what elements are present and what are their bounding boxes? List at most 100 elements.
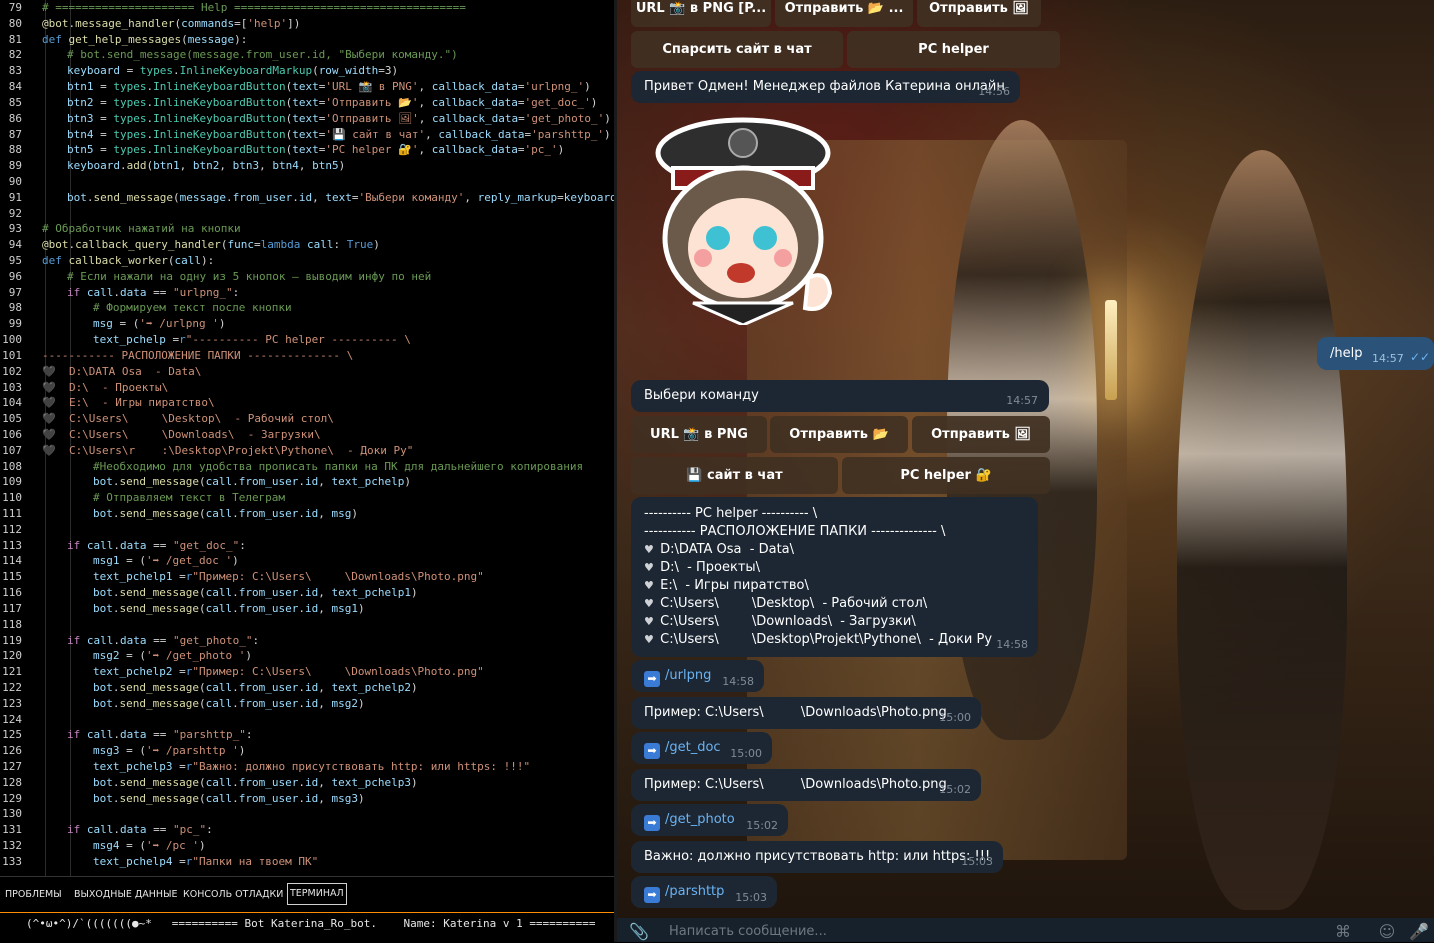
code-line[interactable]: 120 msg2 = ('➡ /get_photo ') [0, 648, 614, 664]
command-link[interactable]: /get_doc [665, 740, 721, 755]
code-line[interactable]: 108 #Необходимо для удобства прописать па… [0, 459, 614, 475]
message-bubble[interactable]: Важно: должно присутствовать http: или h… [631, 841, 1003, 873]
code-text: # Отправляем текст в Телеграм [93, 491, 286, 505]
code-line[interactable]: 102 🖤 D:\DATA Osa - Data\ [0, 364, 614, 380]
code-line[interactable]: 123 bot.send_message(call.from_user.id, m… [0, 696, 614, 712]
code-line[interactable]: 85 btn2 = types.InlineKeyboardButton(text… [0, 95, 614, 111]
code-text: bot.send_message(message.from_user.id, t… [67, 190, 614, 204]
code-line[interactable]: 79 # ===================== Help =========… [0, 0, 614, 16]
code-line[interactable]: 118 [0, 617, 614, 633]
inline-button-get-photo[interactable]: Отправить 🖼 [917, 0, 1041, 27]
bot-commands-icon[interactable]: ⌘ [1333, 922, 1353, 942]
code-line[interactable]: 103 🖤 D:\ - Проекты\ [0, 380, 614, 396]
inline-button-get-doc[interactable]: Отправить 📂 [770, 416, 908, 453]
code-line[interactable]: 111 bot.send_message(call.from_user.id, m… [0, 506, 614, 522]
code-line[interactable]: 96 # Если нажали на одну из 5 кнопок — вы… [0, 269, 614, 285]
code-line[interactable]: 89 keyboard.add(btn1, btn2, btn3, btn4, b… [0, 158, 614, 174]
code-line[interactable]: 90 [0, 174, 614, 190]
code-line[interactable]: 131 if call.data == "pc_": [0, 822, 614, 838]
code-line[interactable]: 86 btn3 = types.InlineKeyboardButton(text… [0, 111, 614, 127]
code-line[interactable]: 88 btn5 = types.InlineKeyboardButton(text… [0, 142, 614, 158]
message-input[interactable]: Написать сообщение... [669, 924, 827, 939]
inline-button-pc-helper[interactable]: PC helper [847, 31, 1060, 68]
inline-button-get-doc[interactable]: Отправить 📂 ... [775, 0, 913, 27]
command-link[interactable]: /get_photo [665, 812, 735, 827]
code-line[interactable]: 104 🖤 E:\ - Игры пиратство\ [0, 395, 614, 411]
code-line[interactable]: 99 msg = ('➡ /urlpng ') [0, 316, 614, 332]
code-line[interactable]: 132 msg4 = ('➡ /pc ') [0, 838, 614, 854]
anime-sticker[interactable] [633, 113, 851, 325]
code-line[interactable]: 91 bot.send_message(message.from_user.id,… [0, 190, 614, 206]
command-link[interactable]: /urlpng [665, 668, 711, 683]
code-line[interactable]: 81 def get_help_messages(message): [0, 32, 614, 48]
tab-output[interactable]: ВЫХОДНЫЕ ДАННЫЕ [72, 885, 179, 905]
inline-button-urlpng[interactable]: URL 📸 в PNG [P... [631, 0, 771, 27]
code-line[interactable]: 110 # Отправляем текст в Телеграм [0, 490, 614, 506]
code-line[interactable]: 98 # Формируем текст после кнопки [0, 300, 614, 316]
command-message[interactable]: ➡ /get_photo 15:02 [631, 804, 788, 836]
microphone-icon[interactable]: 🎤 [1409, 922, 1429, 942]
code-line[interactable]: 113 if call.data == "get_doc_": [0, 538, 614, 554]
tab-terminal[interactable]: ТЕРМИНАЛ [287, 883, 347, 905]
code-line[interactable]: 121 text_pchelp2 =r"Пример: C:\Users\ \Do… [0, 664, 614, 680]
code-line[interactable]: 127 text_pchelp3 =r"Важно: должно присутс… [0, 759, 614, 775]
emoji-icon[interactable]: ☺ [1377, 922, 1397, 942]
code-line[interactable]: 117 bot.send_message(call.from_user.id, m… [0, 601, 614, 617]
code-line[interactable]: 133 text_pchelp4 =r"Папки на твоем ПК" [0, 854, 614, 870]
code-line[interactable]: 115 text_pchelp1 =r"Пример: C:\Users\ \Do… [0, 569, 614, 585]
code-line[interactable]: 106 🖤 C:\Users\ \Downloads\ - Загрузки\ [0, 427, 614, 443]
message-bubble[interactable]: Привет Одмен! Менеджер файлов Катерина о… [631, 71, 1020, 103]
outgoing-message[interactable]: /help 14:57 ✓✓ [1317, 337, 1434, 370]
message-text: ----------- РАСПОЛОЖЕНИЕ ПАПКИ ---------… [644, 524, 946, 539]
code-text: ----------- РАСПОЛОЖЕНИЕ ПАПКИ ---------… [42, 348, 354, 362]
code-line[interactable]: 126 msg3 = ('➡ /parshttp ') [0, 743, 614, 759]
code-text: msg1 = ('➡ /get_doc ') [93, 554, 239, 568]
code-line[interactable]: 82 # bot.send_message(message.from_user.i… [0, 47, 614, 63]
command-message[interactable]: ➡ /parshttp 15:03 [631, 876, 777, 908]
message-bubble[interactable]: Выбери команду 14:57 [631, 380, 1049, 412]
code-line[interactable]: 122 bot.send_message(call.from_user.id, t… [0, 680, 614, 696]
code-line[interactable]: 105 🖤 C:\Users\ \Desktop\ - Рабочий стол\ [0, 411, 614, 427]
command-link[interactable]: /parshttp [665, 884, 724, 899]
code-line[interactable]: 101 ----------- РАСПОЛОЖЕНИЕ ПАПКИ ------… [0, 348, 614, 364]
attach-icon[interactable]: 📎 [629, 922, 649, 942]
arrow-right-icon: ➡ [644, 815, 660, 831]
command-message[interactable]: ➡ /get_doc 15:00 [631, 732, 772, 764]
line-number: 88 [8, 143, 22, 157]
code-line[interactable]: 114 msg1 = ('➡ /get_doc ') [0, 553, 614, 569]
code-line[interactable]: 119 if call.data == "get_photo_": [0, 633, 614, 649]
code-line[interactable]: 95 def callback_worker(call): [0, 253, 614, 269]
code-line[interactable]: 93 # Обработчик нажатий на кнопки [0, 221, 614, 237]
code-line[interactable]: 97 if call.data == "urlpng_": [0, 285, 614, 301]
terminal[interactable]: (^•ω•^)/`(((((((●~* ========== Bot Kater… [0, 912, 614, 943]
inline-button-urlpng[interactable]: URL 📸 в PNG [631, 416, 767, 453]
inline-button-pc-helper[interactable]: PC helper 🔐 [842, 457, 1050, 494]
message-bubble[interactable]: Пример: C:\Users\ \Downloads\Photo.png 1… [631, 769, 981, 801]
code-line[interactable]: 128 bot.send_message(call.from_user.id, t… [0, 775, 614, 791]
message-input-bar[interactable]: 📎 Написать сообщение... ⌘ ☺ 🎤 [617, 918, 1434, 942]
code-line[interactable]: 107 🖤 C:\Users\r :\Desktop\Projekt\Python… [0, 443, 614, 459]
code-line[interactable]: 129 bot.send_message(call.from_user.id, m… [0, 791, 614, 807]
code-line[interactable]: 92 [0, 206, 614, 222]
code-line[interactable]: 100 text_pchelp =r"---------- PC helper -… [0, 332, 614, 348]
inline-button-parse-site[interactable]: 💾 сайт в чат [631, 457, 838, 494]
code-line[interactable]: 125 if call.data == "parshttp_": [0, 727, 614, 743]
tab-debug-console[interactable]: КОНСОЛЬ ОТЛАДКИ [181, 885, 285, 905]
message-bubble[interactable]: Пример: C:\Users\ \Downloads\Photo.png 1… [631, 697, 981, 729]
code-editor[interactable]: 79 # ===================== Help =========… [0, 0, 614, 876]
code-line[interactable]: 87 btn4 = types.InlineKeyboardButton(text… [0, 127, 614, 143]
pc-helper-message[interactable]: ---------- PC helper ---------- \ ------… [631, 497, 1038, 657]
code-line[interactable]: 130 [0, 806, 614, 822]
code-line[interactable]: 124 [0, 712, 614, 728]
code-line[interactable]: 109 bot.send_message(call.from_user.id, t… [0, 474, 614, 490]
code-line[interactable]: 116 bot.send_message(call.from_user.id, t… [0, 585, 614, 601]
command-message[interactable]: ➡ /urlpng 14:58 [631, 660, 764, 692]
code-line[interactable]: 84 btn1 = types.InlineKeyboardButton(text… [0, 79, 614, 95]
code-line[interactable]: 83 keyboard = types.InlineKeyboardMarkup(… [0, 63, 614, 79]
tab-problems[interactable]: ПРОБЛЕМЫ [3, 885, 64, 905]
inline-button-parse-site[interactable]: Спарсить сайт в чат [631, 31, 843, 68]
code-line[interactable]: 80 @bot.message_handler(commands=['help']… [0, 16, 614, 32]
code-line[interactable]: 112 [0, 522, 614, 538]
code-line[interactable]: 94 @bot.callback_query_handler(func=lambd… [0, 237, 614, 253]
inline-button-get-photo[interactable]: Отправить 🖼 [912, 416, 1050, 453]
